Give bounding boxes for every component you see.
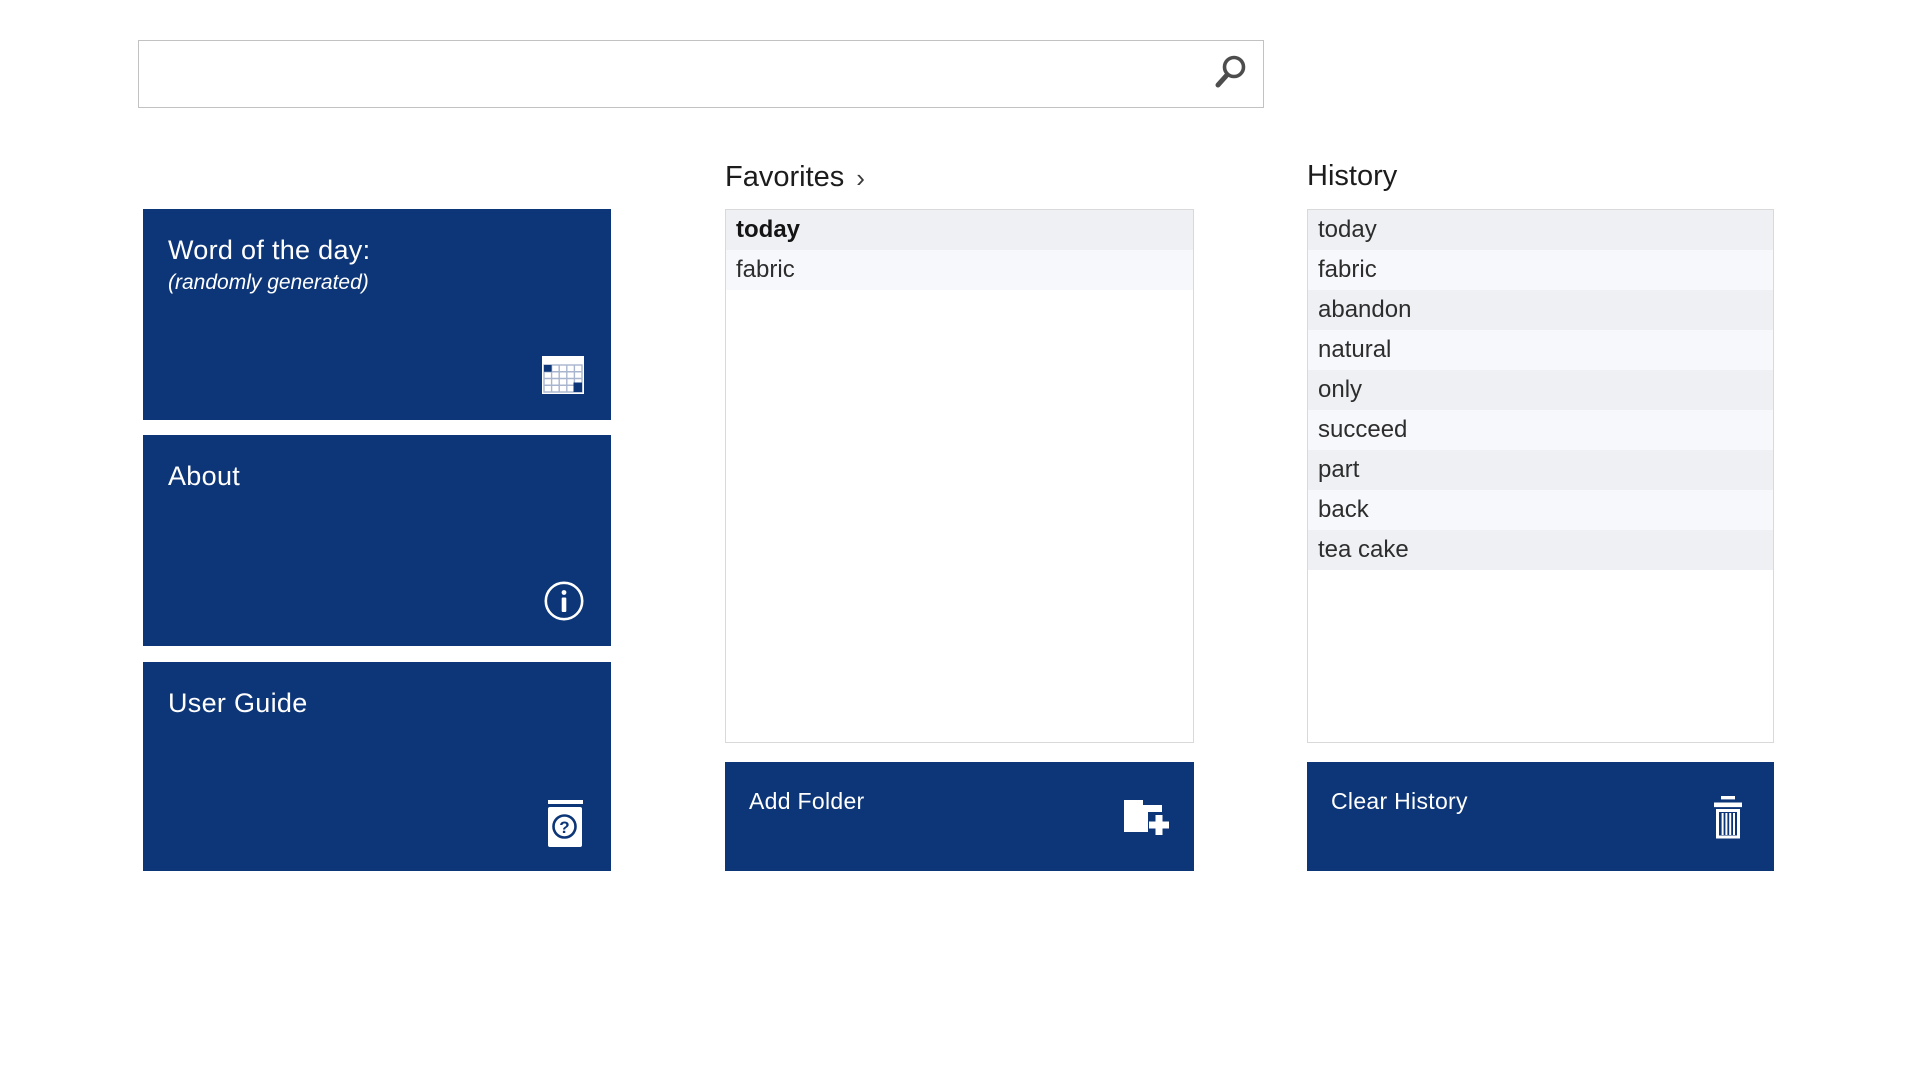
clear-history-button[interactable]: Clear History	[1307, 762, 1774, 871]
add-folder-icon	[1122, 796, 1170, 838]
favorites-list: todayfabric	[725, 209, 1194, 743]
list-item[interactable]: back	[1308, 490, 1773, 530]
list-item[interactable]: today	[726, 210, 1193, 250]
favorites-header[interactable]: Favorites ›	[725, 160, 865, 194]
info-icon	[543, 580, 585, 622]
search-box	[138, 40, 1264, 108]
list-item[interactable]: natural	[1308, 330, 1773, 370]
user-guide-title: User Guide	[168, 688, 308, 719]
list-item[interactable]: tea cake	[1308, 530, 1773, 570]
add-folder-button[interactable]: Add Folder	[725, 762, 1194, 871]
help-book-icon: ?	[545, 800, 585, 847]
word-of-day-subtitle: (randomly generated)	[168, 271, 369, 295]
list-item[interactable]: succeed	[1308, 410, 1773, 450]
list-item[interactable]: today	[1308, 210, 1773, 250]
about-tile[interactable]: About	[143, 435, 611, 646]
list-item[interactable]: fabric	[726, 250, 1193, 290]
history-list: todayfabricabandonnaturalonlysucceedpart…	[1307, 209, 1774, 743]
trash-icon	[1710, 796, 1746, 842]
user-guide-tile[interactable]: User Guide ?	[143, 662, 611, 871]
list-item[interactable]: only	[1308, 370, 1773, 410]
search-icon	[1212, 54, 1248, 95]
word-of-day-title: Word of the day:	[168, 235, 370, 266]
word-of-day-tile[interactable]: Word of the day: (randomly generated)	[143, 209, 611, 420]
list-item[interactable]: abandon	[1308, 290, 1773, 330]
clear-history-label: Clear History	[1331, 788, 1468, 815]
search-input[interactable]	[139, 41, 1195, 107]
chevron-right-icon: ›	[856, 160, 865, 194]
about-title: About	[168, 461, 240, 492]
search-button[interactable]	[1201, 45, 1259, 103]
list-item[interactable]: part	[1308, 450, 1773, 490]
calendar-icon	[541, 355, 585, 396]
history-header: History	[1307, 160, 1397, 193]
history-header-label: History	[1307, 160, 1397, 193]
favorites-header-label: Favorites	[725, 161, 844, 194]
add-folder-label: Add Folder	[749, 788, 865, 815]
app-window: Word of the day: (randomly generated) Ab…	[0, 0, 1920, 1080]
svg-text:?: ?	[559, 818, 569, 837]
list-item[interactable]: fabric	[1308, 250, 1773, 290]
